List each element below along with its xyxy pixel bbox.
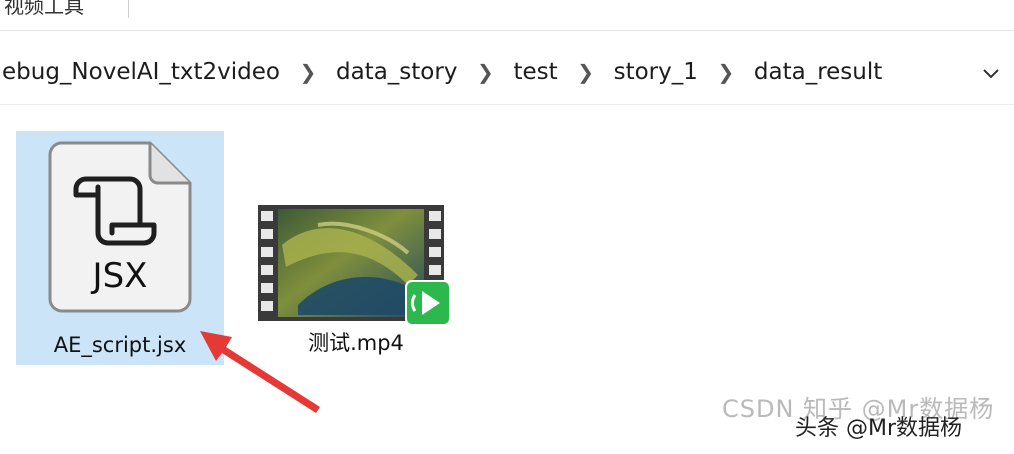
jsx-file-icon: JSX: [48, 141, 192, 313]
file-explorer-window: 视频工具 ebug_NovelAI_txt2video ❯ data_story…: [0, 0, 1014, 454]
jsx-icon-label: JSX: [91, 256, 148, 296]
file-name-ae-script: AE_script.jsx: [53, 333, 187, 357]
file-item-ae-script[interactable]: JSX AE_script.jsx: [16, 131, 224, 365]
breadcrumb-item-data-result[interactable]: data_result: [752, 59, 884, 85]
address-history-dropdown[interactable]: [978, 60, 1004, 86]
breadcrumb-item-data-story[interactable]: data_story: [334, 59, 459, 85]
ribbon-toolbar: 视频工具: [0, 0, 1014, 31]
video-file-icon: [258, 205, 451, 326]
red-arrow-annotation: [200, 331, 320, 413]
media-player-badge-icon: [405, 280, 451, 326]
chevron-right-icon[interactable]: ❯: [560, 60, 612, 84]
chevron-right-icon[interactable]: ❯: [282, 60, 334, 84]
watermark-toutiao: 头条 @Mr数据杨: [795, 416, 963, 441]
chevron-down-icon: [983, 69, 999, 79]
chevron-right-icon[interactable]: ❯: [459, 60, 511, 84]
toolbar-divider: [128, 0, 129, 18]
address-bar[interactable]: ebug_NovelAI_txt2video ❯ data_story ❯ te…: [0, 40, 1014, 105]
breadcrumb: ebug_NovelAI_txt2video ❯ data_story ❯ te…: [0, 54, 884, 90]
chevron-right-icon[interactable]: ❯: [700, 60, 752, 84]
breadcrumb-item-project[interactable]: ebug_NovelAI_txt2video: [0, 59, 282, 85]
video-tools-tab[interactable]: 视频工具: [4, 0, 84, 19]
breadcrumb-item-story-1[interactable]: story_1: [612, 59, 700, 85]
file-list-area[interactable]: JSX AE_script.jsx 测试.mp4 CSDN 知乎 @Mr数据杨 …: [0, 105, 1014, 454]
breadcrumb-item-test[interactable]: test: [511, 59, 559, 85]
